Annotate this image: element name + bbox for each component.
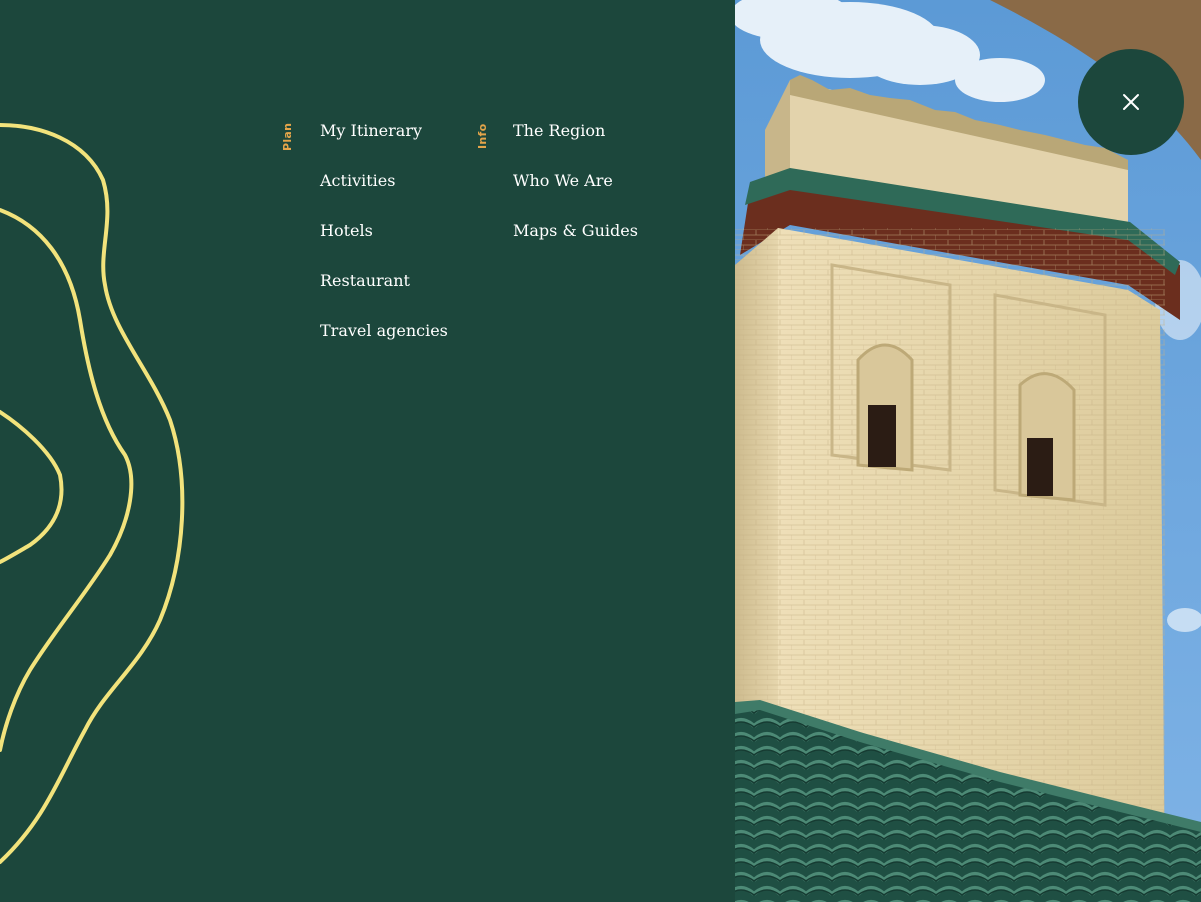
contour-line-middle [0, 208, 134, 752]
nav-link-activities[interactable]: Activities [320, 170, 395, 192]
info-menu-item: The Region [513, 120, 638, 170]
nav-link-my-itinerary[interactable]: My Itinerary [320, 120, 422, 142]
plan-menu-item: Restaurant [320, 270, 448, 320]
nav-link-maps-guides[interactable]: Maps & Guides [513, 220, 638, 242]
info-menu-item: Maps & Guides [513, 220, 638, 270]
window-left [868, 405, 896, 467]
plan-menu-item: Activities [320, 170, 448, 220]
close-menu-button[interactable] [1078, 49, 1184, 155]
nav-link-the-region[interactable]: The Region [513, 120, 605, 142]
nav-link-travel-agencies[interactable]: Travel agencies [320, 320, 448, 342]
nav-link-restaurant[interactable]: Restaurant [320, 270, 410, 292]
window-right [1027, 438, 1053, 496]
contour-lines-graphic [0, 123, 185, 864]
plan-column-label: Plan [281, 122, 294, 151]
contour-line-outer [0, 123, 185, 864]
menu-panel: Plan My Itinerary Activities Hotels Rest… [0, 0, 735, 902]
info-column-label: Info [476, 123, 489, 149]
contour-line-inner [0, 410, 64, 564]
close-icon [1123, 94, 1139, 110]
nav-link-who-we-are[interactable]: Who We Are [513, 170, 613, 192]
plan-menu-item: Travel agencies [320, 320, 448, 370]
plan-menu-item: Hotels [320, 220, 448, 270]
info-menu-list: The Region Who We Are Maps & Guides [513, 120, 638, 270]
nav-link-hotels[interactable]: Hotels [320, 220, 373, 242]
plan-menu-list: My Itinerary Activities Hotels Restauran… [320, 120, 448, 370]
info-menu-item: Who We Are [513, 170, 638, 220]
plan-menu-item: My Itinerary [320, 120, 448, 170]
